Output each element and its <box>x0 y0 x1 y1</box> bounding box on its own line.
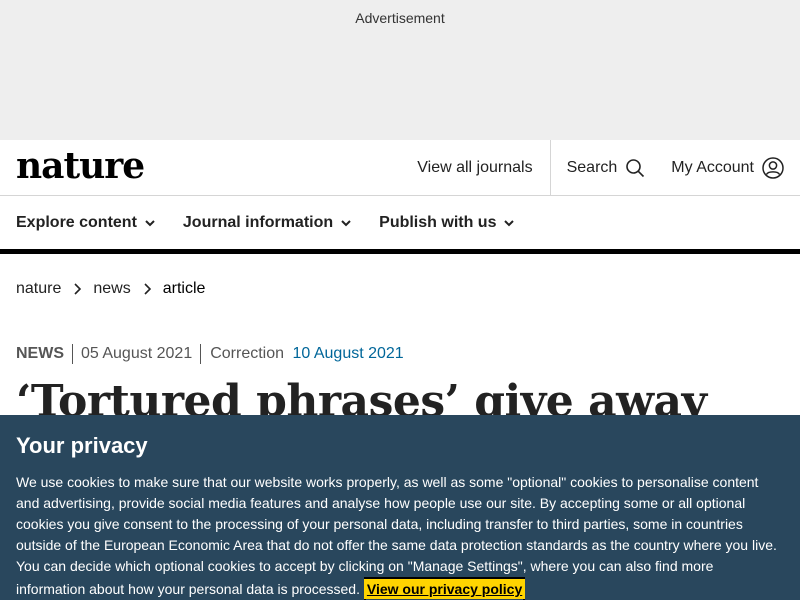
breadcrumb-article: article <box>162 280 206 297</box>
search-icon <box>626 158 645 177</box>
correction-info: Correction 10 August 2021 <box>201 345 403 363</box>
article-type-badge: NEWS <box>16 344 73 364</box>
chevron-right-icon <box>73 283 82 295</box>
my-account-button[interactable]: My Account <box>661 140 800 195</box>
correction-label: Correction <box>210 345 285 362</box>
publish-date: 05 August 2021 <box>73 344 202 364</box>
account-label: My Account <box>671 158 754 176</box>
privacy-title: Your privacy <box>16 433 148 458</box>
nav-explore-content[interactable]: Explore content <box>16 214 155 232</box>
breadcrumb-nature[interactable]: nature <box>16 280 61 298</box>
header-actions: View all journals Search My Account <box>400 140 800 195</box>
chevron-down-icon <box>504 219 515 226</box>
advertisement-label: Advertisement <box>355 10 445 26</box>
correction-date-link[interactable]: 10 August 2021 <box>292 345 403 362</box>
view-all-journals-link[interactable]: View all journals <box>400 140 551 195</box>
nav-journal-information[interactable]: Journal information <box>183 214 351 232</box>
search-button[interactable]: Search <box>551 140 662 195</box>
breadcrumb: nature news article <box>0 254 800 304</box>
nature-logo[interactable]: nature <box>0 148 145 184</box>
privacy-link-focus: View our privacy policy <box>363 577 526 600</box>
chevron-down-icon <box>341 219 351 226</box>
nav-item-label: Explore content <box>16 213 137 231</box>
user-icon <box>762 156 784 179</box>
nav-publish-with-us[interactable]: Publish with us <box>379 213 515 232</box>
breadcrumb-news[interactable]: news <box>93 280 130 298</box>
privacy-banner: Your privacy We use cookies to make sure… <box>0 415 800 600</box>
chevron-right-icon <box>143 283 151 295</box>
main-nav: Explore content Journal information Publ… <box>0 196 800 254</box>
site-header: nature View all journals Search My Accou… <box>0 140 800 196</box>
advertisement-banner: Advertisement <box>0 0 800 140</box>
privacy-policy-link[interactable]: View our privacy policy <box>363 579 526 599</box>
article-meta: NEWS 05 August 2021 Correction 10 August… <box>0 344 800 364</box>
search-label: Search <box>566 158 618 176</box>
privacy-text: We use cookies to make sure that our web… <box>16 472 784 600</box>
nav-item-label: Journal information <box>182 213 334 231</box>
chevron-down-icon <box>145 219 155 226</box>
nav-item-label: Publish with us <box>379 213 497 231</box>
